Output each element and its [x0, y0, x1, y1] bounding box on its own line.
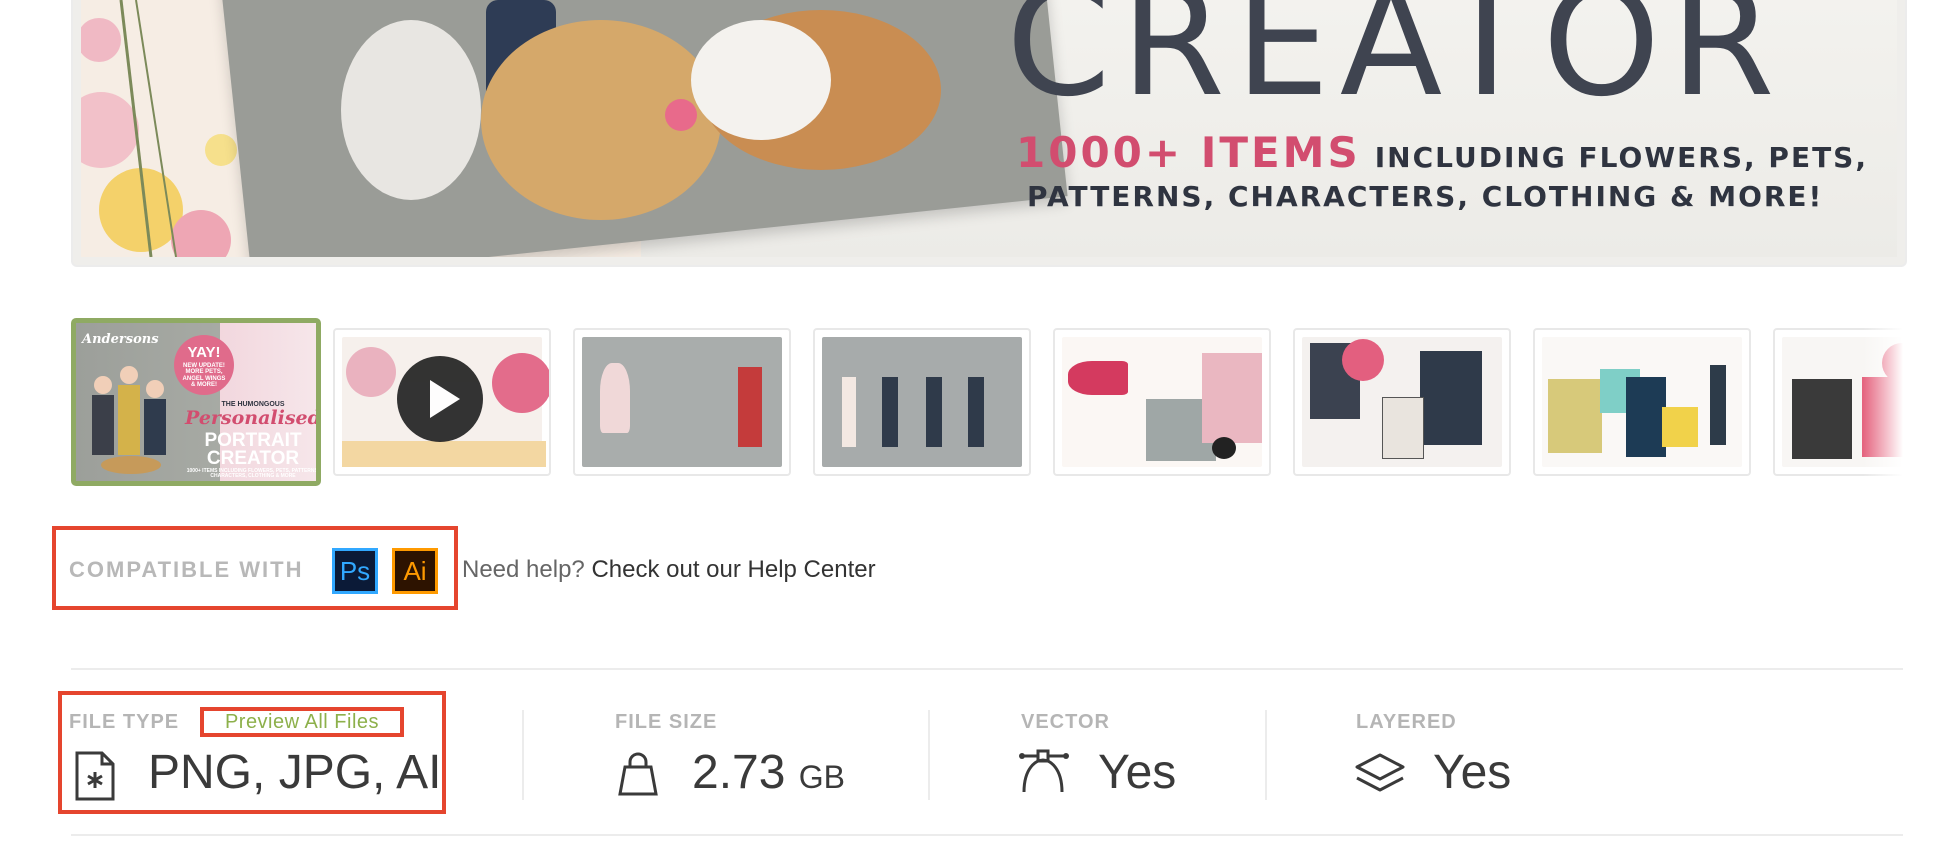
thumb-items: 1000+ ITEMS INCLUDING FLOWERS, PETS, PAT… — [186, 468, 320, 480]
thumb-update: NEW UPDATE! MORE PETS, ANGEL WINGS & MOR… — [182, 363, 226, 388]
thumbnail-3[interactable] — [573, 328, 791, 476]
preview-all-files-link[interactable]: Preview All Files — [200, 707, 404, 737]
thumbnail-4[interactable] — [813, 328, 1031, 476]
thumbnail-strip-fade — [1863, 318, 1903, 490]
file-size-unit: GB — [798, 759, 845, 795]
bezier-icon — [1019, 749, 1069, 793]
thumbnail-image — [822, 337, 1022, 467]
hero-image: CREATOR 1000+ ITEMS INCLUDING FLOWERS, PE… — [81, 0, 1897, 257]
section-divider-bottom — [71, 834, 1903, 836]
thumbnail-6[interactable] — [1293, 328, 1511, 476]
pets-illustration — [341, 0, 941, 220]
file-size-label: FILE SIZE — [615, 711, 718, 733]
bag-icon — [618, 752, 658, 796]
thumbnail-image — [1062, 337, 1262, 467]
help-text: Need help? Check out our Help Center — [462, 556, 876, 584]
help-prefix: Need help? — [462, 556, 585, 583]
section-divider — [71, 668, 1903, 670]
help-center-link[interactable]: Check out our Help Center — [591, 556, 875, 583]
file-type-label: FILE TYPE — [69, 711, 180, 733]
hero-title: CREATOR — [1006, 0, 1785, 130]
file-type-value: PNG, JPG, AI — [148, 746, 442, 799]
thumbnail-1[interactable]: Andersons YAY! NEW UPDATE! MORE PETS, AN… — [71, 318, 321, 486]
file-size-value: 2.73 GB — [692, 745, 845, 800]
thumb-creator: CREATOR — [206, 448, 300, 469]
vector-label: VECTOR — [1021, 711, 1110, 733]
layered-label: LAYERED — [1356, 711, 1457, 733]
family-illustration — [92, 366, 166, 474]
layered-value: Yes — [1433, 746, 1512, 799]
thumbnail-image — [1542, 337, 1742, 467]
thumbnail-7[interactable] — [1533, 328, 1751, 476]
info-separator — [928, 710, 930, 800]
thumbnail-image — [1302, 337, 1502, 467]
photoshop-icon: Ps — [332, 548, 378, 594]
hero-highlight: 1000+ ITEMS — [1016, 128, 1361, 177]
layers-icon — [1355, 753, 1405, 792]
play-icon[interactable] — [397, 356, 483, 442]
compatible-label: COMPATIBLE WITH — [69, 557, 304, 582]
hero-tagline-line2: PATTERNS, CHARACTERS, CLOTHING & MORE! — [1027, 180, 1824, 213]
thumbnail-5[interactable] — [1053, 328, 1271, 476]
thumb-name: Andersons — [82, 332, 159, 347]
thumbnail-image: Andersons YAY! NEW UPDATE! MORE PETS, AN… — [76, 323, 316, 481]
illustrator-icon: Ai — [392, 548, 438, 594]
thumbnail-strip: Andersons YAY! NEW UPDATE! MORE PETS, AN… — [71, 318, 1903, 490]
hero-tagline-rest: INCLUDING FLOWERS, PETS, — [1374, 141, 1868, 174]
vector-value: Yes — [1098, 746, 1177, 799]
hero-banner[interactable]: CREATOR 1000+ ITEMS INCLUDING FLOWERS, PE… — [71, 0, 1907, 267]
thumb-yay: YAY! — [187, 344, 221, 361]
file-icon — [75, 751, 115, 801]
thumb-personalised: Personalised — [185, 407, 321, 429]
thumbnail-2[interactable] — [333, 328, 551, 476]
file-size-number: 2.73 — [692, 746, 786, 799]
hero-tagline-line1: 1000+ ITEMS INCLUDING FLOWERS, PETS, — [1016, 128, 1868, 177]
thumbnail-image — [582, 337, 782, 467]
info-separator — [1265, 710, 1267, 800]
info-separator — [522, 710, 524, 800]
